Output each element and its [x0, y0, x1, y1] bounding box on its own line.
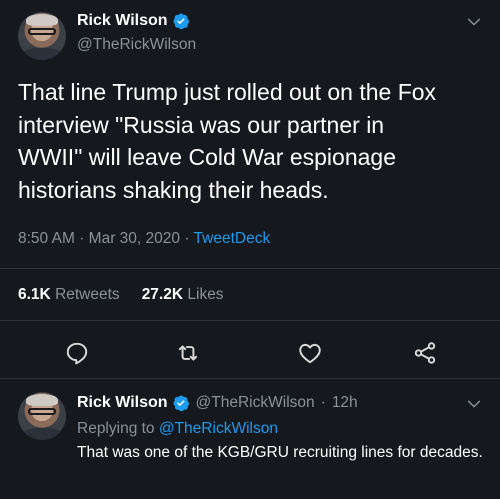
reply-author-name[interactable]: Rick Wilson	[77, 394, 168, 412]
retweets-stat[interactable]: 6.1K Retweets	[18, 286, 120, 304]
author-handle[interactable]: @TheRickWilson	[77, 36, 196, 54]
tweet-stats: 6.1K Retweets 27.2K Likes	[18, 286, 224, 304]
verified-badge-icon	[173, 395, 189, 412]
replying-handle-link[interactable]: @TheRickWilson	[159, 420, 278, 437]
tweet-source-link[interactable]: TweetDeck	[194, 230, 271, 247]
likes-label: Likes	[187, 286, 224, 303]
replying-prefix: Replying to	[77, 420, 155, 437]
chevron-down-icon[interactable]	[466, 396, 482, 412]
heart-icon[interactable]	[297, 340, 323, 366]
tweet-time[interactable]: 8:50 AM	[18, 230, 75, 247]
meta-separator: ·	[320, 394, 326, 411]
divider	[0, 268, 500, 269]
retweets-count: 6.1K	[18, 286, 51, 303]
retweets-label: Retweets	[55, 286, 120, 303]
tweet-text: That line Trump just rolled out on the F…	[18, 76, 488, 206]
share-icon[interactable]	[412, 340, 438, 366]
tweet-date[interactable]: Mar 30, 2020	[89, 230, 180, 247]
reply-header: Rick Wilson @TheRickWilson · 12h	[77, 394, 358, 412]
meta-separator: ·	[184, 230, 190, 247]
tweet-text-line: That line Trump just rolled out on the F…	[18, 79, 437, 105]
tweet-meta: 8:50 AM · Mar 30, 2020 · TweetDeck	[18, 230, 270, 248]
divider	[0, 378, 500, 379]
reply-text: That was one of the KGB/GRU recruiting l…	[77, 444, 483, 461]
chevron-down-icon[interactable]	[466, 14, 482, 30]
reply-icon[interactable]	[64, 340, 90, 366]
author-name-row[interactable]: Rick Wilson	[77, 12, 190, 30]
avatar[interactable]	[18, 12, 66, 60]
reply-age[interactable]: 12h	[332, 394, 358, 412]
tweet-text-line: historians shaking their heads.	[18, 176, 329, 203]
divider	[0, 320, 500, 321]
tweet-text-line: WWII" will leave Cold War espionage	[18, 144, 396, 170]
verified-badge-icon	[173, 13, 189, 30]
retweet-icon[interactable]	[175, 340, 201, 366]
reply-author-handle[interactable]: @TheRickWilson	[196, 394, 315, 412]
tweet-text-line: interview "Russia was our partner in	[18, 111, 385, 138]
likes-count: 27.2K	[141, 286, 184, 303]
likes-stat[interactable]: 27.2K Likes	[142, 286, 224, 304]
author-name[interactable]: Rick Wilson	[77, 12, 168, 30]
tweet-actions	[0, 338, 500, 368]
replying-to: Replying to @TheRickWilson	[77, 420, 278, 438]
meta-separator: ·	[79, 230, 85, 247]
avatar[interactable]	[18, 392, 66, 440]
